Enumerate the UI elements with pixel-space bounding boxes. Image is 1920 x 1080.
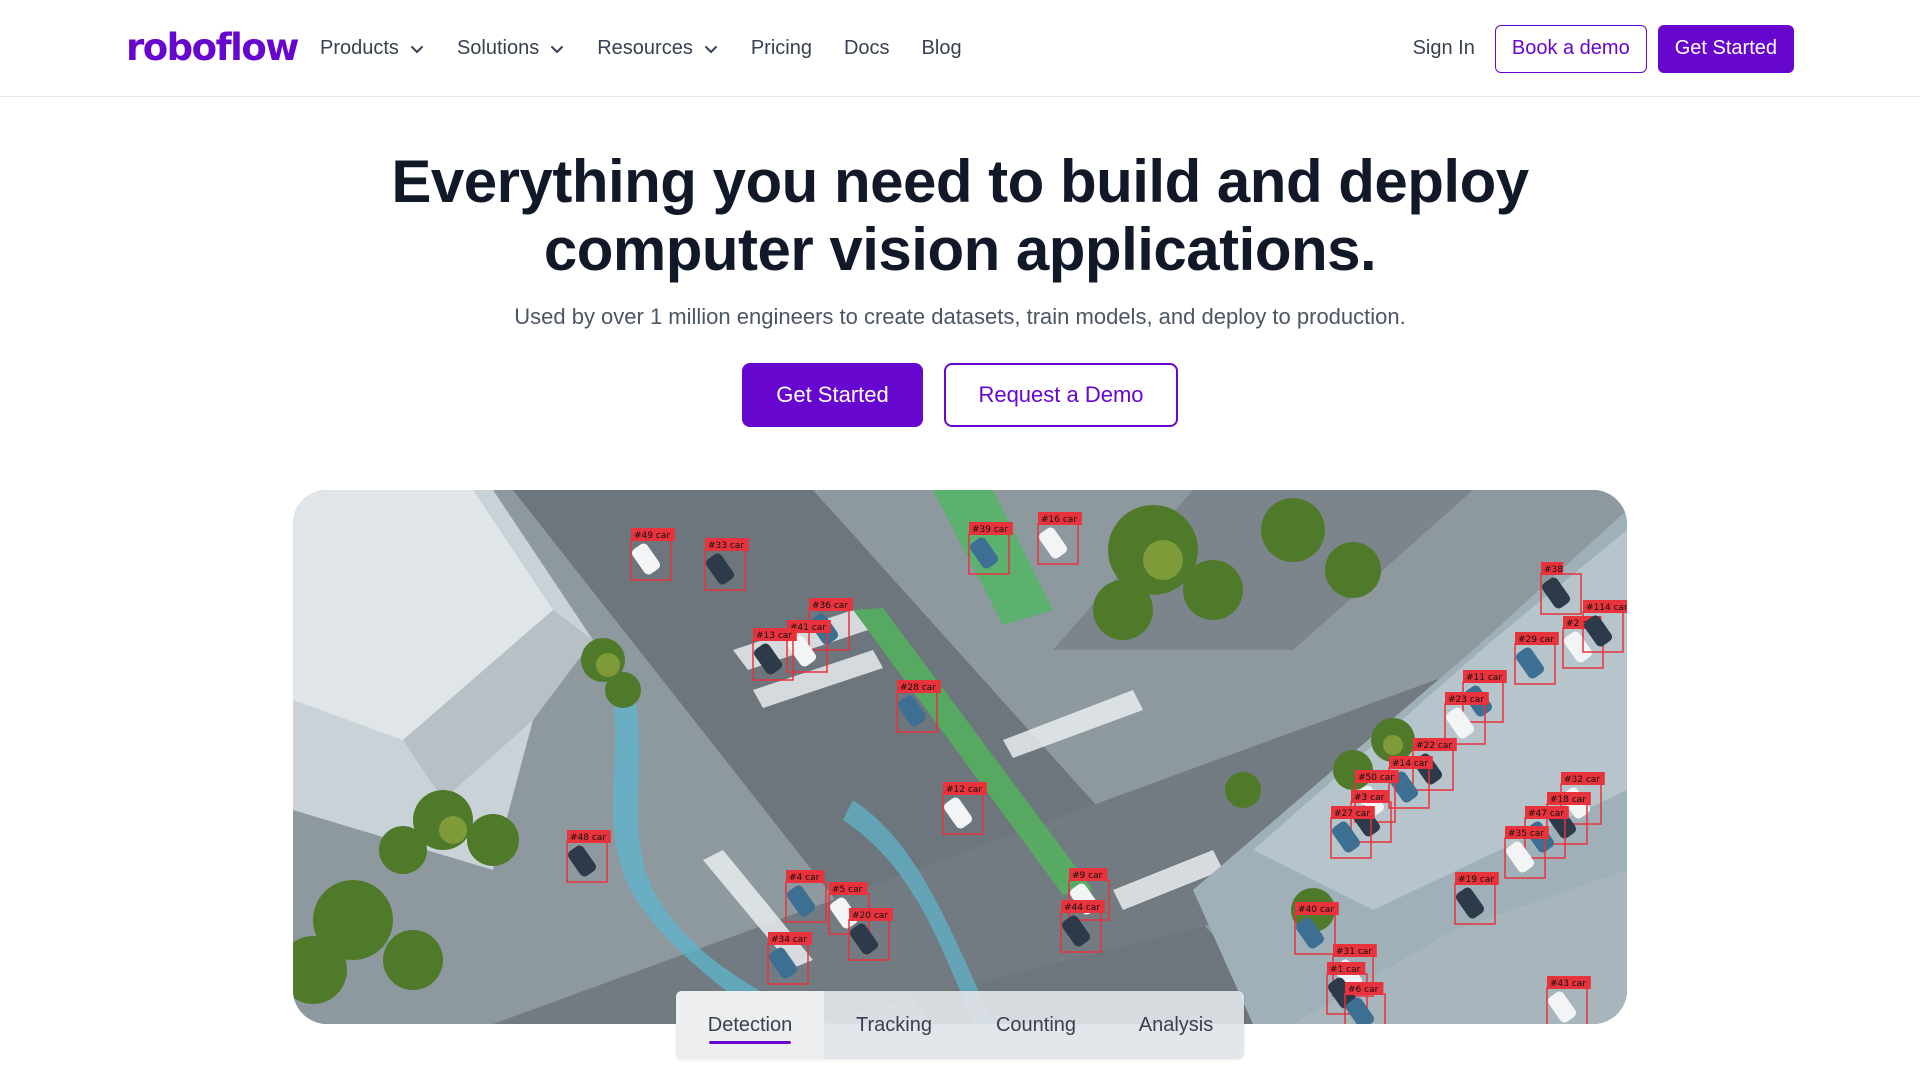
hero-cta-row: Get Started Request a Demo [0,363,1920,427]
nav-item-label: Blog [921,37,962,59]
detection-label: #40 car [1298,905,1334,915]
detection-label: #48 car [570,833,606,843]
detection-label: #49 car [634,531,670,541]
detection-label: #114 car [1586,603,1627,613]
book-demo-button[interactable]: Book a demo [1494,24,1647,73]
detection-label: #28 car [900,683,936,693]
detection-label: #39 car [972,525,1008,535]
detection-label: #34 car [771,935,807,945]
demo-tabs: Detection Tracking Counting Analysis [676,991,1244,1059]
detection-label: #50 car [1358,773,1394,783]
detection-label: #14 car [1392,759,1428,769]
detection-label: #35 car [1508,829,1544,839]
tab-label: Tracking [856,1013,932,1036]
chevron-down-icon [410,45,423,53]
hero-title-line-1: Everything you need to build and deploy [391,148,1529,215]
nav-item-docs[interactable]: Docs [844,37,890,60]
nav-item-solutions[interactable]: Solutions [457,37,565,60]
detection-label: #36 car [812,601,848,611]
nav-item-resources[interactable]: Resources [597,37,719,60]
detection-label: #33 car [708,541,744,551]
detection-label: #3 car [1354,793,1385,803]
nav-item-products[interactable]: Products [320,37,425,60]
detection-label: #27 car [1334,809,1370,819]
hero-title: Everything you need to build and deploy … [0,148,1920,284]
main-nav: Products Solutions Resources Pricing Doc… [320,0,994,97]
nav-get-started-button[interactable]: Get Started [1657,24,1794,73]
top-navbar: roboflow Products Solutions Resources Pr… [0,0,1920,97]
detection-label: #1 car [1330,965,1361,975]
detection-label: #9 car [1072,871,1103,881]
detection-label: #31 car [1336,947,1372,957]
nav-item-label: Products [320,37,399,59]
active-tab-indicator [709,1041,791,1044]
tab-tracking[interactable]: Tracking [824,991,964,1059]
detection-label: #29 car [1518,635,1554,645]
detection-label: #18 car [1550,795,1586,805]
nav-item-pricing[interactable]: Pricing [751,37,812,60]
detection-label: #11 car [1466,673,1502,683]
sign-in-link[interactable]: Sign In [1413,37,1475,60]
hero-get-started-button[interactable]: Get Started [742,363,923,427]
detection-label: #23 car [1448,695,1484,705]
detection-label: #20 car [852,911,888,921]
detection-label: #6 car [1348,985,1379,995]
detection-label: #13 car [756,631,792,641]
aerial-intersection-image: #49 car #33 car #39 car #16 car #38 #36 car #4… [293,490,1627,1024]
chevron-down-icon [551,45,564,53]
tab-label: Counting [995,1013,1077,1036]
detection-label: #43 car [1550,979,1586,989]
tab-detection[interactable]: Detection [676,991,824,1059]
tab-label: Analysis [1138,1013,1214,1036]
hero-subtitle: Used by over 1 million engineers to crea… [514,304,1406,329]
nav-item-label: Solutions [456,37,540,59]
tab-analysis[interactable]: Analysis [1108,991,1244,1059]
hero-title-line-2: computer vision applications. [543,216,1377,283]
roboflow-logo[interactable]: roboflow [126,26,299,70]
nav-item-blog[interactable]: Blog [922,37,962,60]
nav-item-label: Resources [597,37,693,59]
chevron-down-icon [704,45,717,53]
tab-label: Detection [707,1013,793,1036]
detection-label: #19 car [1458,875,1494,885]
detection-label: #44 car [1064,903,1100,913]
detection-label: #32 car [1564,775,1600,785]
detection-label: #22 car [1416,741,1452,751]
nav-item-label: Docs [843,37,890,59]
detection-label: #5 car [832,885,863,895]
nav-item-label: Pricing [750,37,812,59]
detection-label: #12 car [946,785,982,795]
detection-label: #4 car [789,873,820,883]
detection-label: #47 car [1528,809,1564,819]
request-demo-button[interactable]: Request a Demo [944,363,1178,427]
nav-actions: Sign In Book a demo Get Started [1413,0,1794,97]
detection-label: #38 [1544,565,1563,575]
detection-label: #16 car [1041,515,1077,525]
tab-counting[interactable]: Counting [964,991,1108,1059]
detection-demo-video[interactable]: #49 car #33 car #39 car #16 car #38 #36 car #4… [293,490,1627,1024]
